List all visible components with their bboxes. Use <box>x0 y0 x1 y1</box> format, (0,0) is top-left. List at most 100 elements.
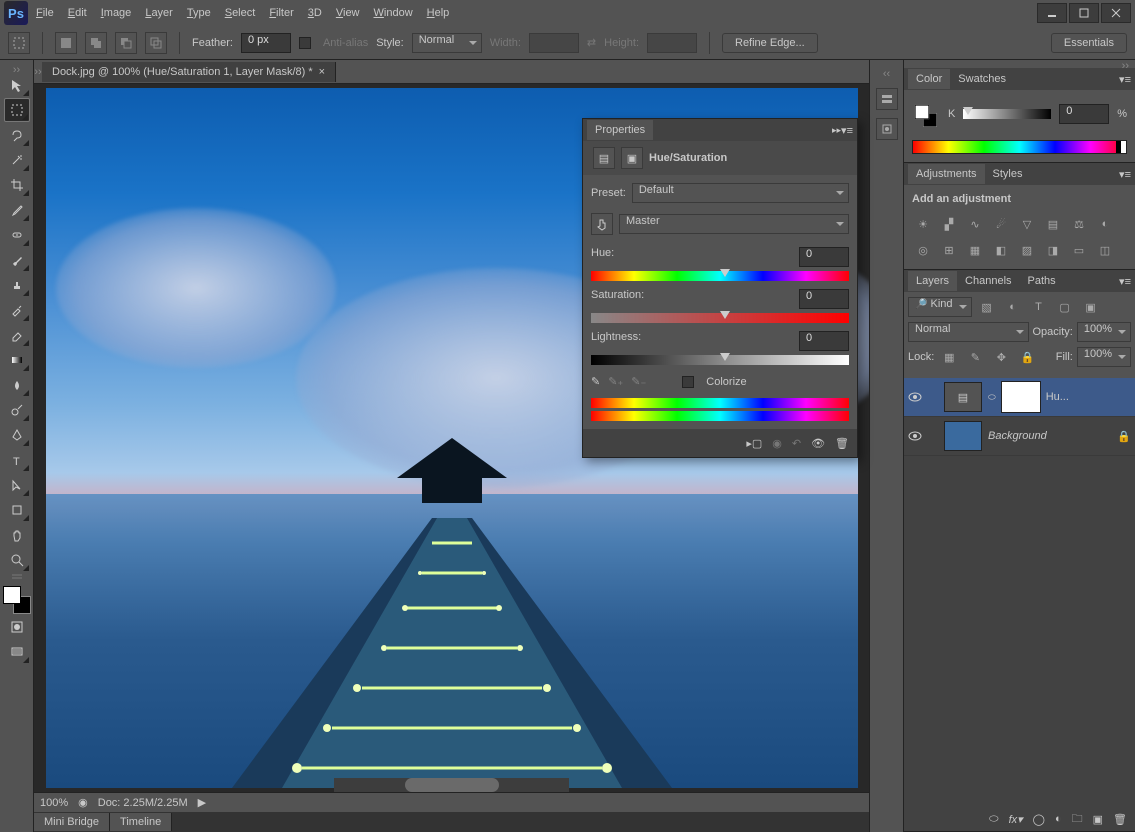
layers-tab[interactable]: Layers <box>908 271 957 291</box>
k-slider[interactable] <box>963 109 1051 119</box>
properties-tab[interactable]: Properties <box>587 120 653 140</box>
marquee-tool[interactable] <box>4 98 30 122</box>
layer-name[interactable]: Background <box>988 430 1047 442</box>
menu-filter[interactable]: Filter <box>269 7 293 19</box>
threshold-icon[interactable]: ◨ <box>1042 239 1064 261</box>
brush-tool[interactable] <box>4 248 30 272</box>
crop-tool[interactable] <box>4 173 30 197</box>
blur-tool[interactable] <box>4 373 30 397</box>
lock-trans-icon[interactable]: ▦ <box>938 346 960 368</box>
eyedropper-add-icon[interactable]: ✎₊ <box>608 375 623 388</box>
visibility-icon[interactable] <box>908 390 922 404</box>
k-input[interactable]: 0 <box>1059 104 1109 124</box>
brightness-icon[interactable]: ☀ <box>912 213 934 235</box>
shape-tool[interactable] <box>4 498 30 522</box>
view-previous-icon[interactable]: ◉ <box>772 437 782 450</box>
range-dropdown[interactable]: Master <box>619 214 849 234</box>
menu-edit[interactable]: Edit <box>68 7 87 19</box>
color-swatches[interactable] <box>3 586 31 614</box>
chevron-right-icon[interactable]: ▶ <box>198 796 206 809</box>
close-button[interactable] <box>1101 3 1131 23</box>
channels-tab[interactable]: Channels <box>957 271 1019 291</box>
colorize-checkbox[interactable] <box>682 376 694 388</box>
panel-menu-icon[interactable]: ▾≡ <box>1119 275 1131 288</box>
close-tab-icon[interactable]: × <box>319 66 325 78</box>
colorlookup-icon[interactable]: ▦ <box>964 239 986 261</box>
channelmixer-icon[interactable]: ⊞ <box>938 239 960 261</box>
new-selection-icon[interactable] <box>55 32 77 54</box>
history-brush-tool[interactable] <box>4 298 30 322</box>
subtract-selection-icon[interactable] <box>115 32 137 54</box>
vibrance-icon[interactable]: ▽ <box>1016 213 1038 235</box>
filter-smart-icon[interactable]: ▣ <box>1080 296 1102 318</box>
move-tool[interactable] <box>4 73 30 97</box>
filter-kind-dropdown[interactable]: 🔎 Kind <box>908 297 972 317</box>
eraser-tool[interactable] <box>4 323 30 347</box>
hue-input[interactable]: 0 <box>799 247 849 267</box>
style-dropdown[interactable]: Normal <box>412 33 482 53</box>
magic-wand-tool[interactable] <box>4 148 30 172</box>
saturation-input[interactable]: 0 <box>799 289 849 309</box>
zoom-level[interactable]: 100% <box>40 797 68 809</box>
filter-adj-icon[interactable]: ◐ <box>1002 296 1024 318</box>
minibridge-tab[interactable]: Mini Bridge <box>34 813 110 831</box>
saturation-slider[interactable] <box>591 313 849 323</box>
photofilter-icon[interactable]: ◎ <box>912 239 934 261</box>
toggle-visibility-icon[interactable]: 👁 <box>811 437 825 450</box>
pen-tool[interactable] <box>4 423 30 447</box>
link-icon[interactable]: ⬭ <box>988 392 996 403</box>
panel-menu-icon[interactable]: ▾≡ <box>1119 168 1131 181</box>
finger-icon[interactable] <box>591 213 613 235</box>
layer-row-huesat[interactable]: ▤ ⬭ Hu... <box>904 378 1135 417</box>
panel-menu-icon[interactable]: ▾≡ <box>841 124 853 137</box>
path-selection-tool[interactable] <box>4 473 30 497</box>
tool-preset-icon[interactable] <box>8 32 30 54</box>
zoom-tool[interactable] <box>4 548 30 572</box>
paths-tab[interactable]: Paths <box>1020 271 1064 291</box>
maximize-button[interactable] <box>1069 3 1099 23</box>
settings-panel-icon[interactable] <box>876 118 898 140</box>
gradientmap-icon[interactable]: ▭ <box>1068 239 1090 261</box>
lasso-tool[interactable] <box>4 123 30 147</box>
opacity-input[interactable]: 100% <box>1077 322 1131 342</box>
screenmode-tool[interactable] <box>4 640 30 664</box>
adj-icon[interactable]: ▤ <box>593 147 615 169</box>
lightness-input[interactable]: 0 <box>799 331 849 351</box>
trash-icon[interactable]: 🗑 <box>835 437 849 450</box>
healing-tool[interactable] <box>4 223 30 247</box>
mask-icon[interactable]: ◯ <box>1033 813 1045 826</box>
layer-row-background[interactable]: Background 🔒 <box>904 417 1135 456</box>
new-folder-icon[interactable]: 🗀 <box>1072 810 1083 829</box>
visibility-icon[interactable] <box>908 429 922 443</box>
quickmask-tool[interactable] <box>4 615 30 639</box>
workspace-essentials-button[interactable]: Essentials <box>1051 33 1127 53</box>
hue-slider[interactable] <box>591 271 849 281</box>
document-tab[interactable]: Dock.jpg @ 100% (Hue/Saturation 1, Layer… <box>42 62 336 82</box>
type-tool[interactable]: T <box>4 448 30 472</box>
antialias-checkbox[interactable] <box>299 37 311 49</box>
eyedropper-tool[interactable] <box>4 198 30 222</box>
properties-header[interactable]: Properties ▸▸ ▾≡ <box>583 119 857 141</box>
horizontal-scrollbar[interactable] <box>334 778 569 792</box>
timeline-tab[interactable]: Timeline <box>110 813 172 831</box>
new-adj-icon[interactable]: ◐ <box>1055 813 1062 825</box>
add-selection-icon[interactable] <box>85 32 107 54</box>
refine-edge-button[interactable]: Refine Edge... <box>722 33 818 53</box>
link-layers-icon[interactable]: ⬭ <box>989 813 998 826</box>
curves-icon[interactable]: ∿ <box>964 213 986 235</box>
hand-tool[interactable] <box>4 523 30 547</box>
menu-file[interactable]: File <box>36 7 54 19</box>
levels-icon[interactable]: ▞ <box>938 213 960 235</box>
fx-icon[interactable]: fx▾ <box>1009 813 1023 826</box>
colorbalance-icon[interactable]: ⚖ <box>1068 213 1090 235</box>
new-layer-icon[interactable]: ▣ <box>1093 813 1103 826</box>
color-tab[interactable]: Color <box>908 69 950 89</box>
styles-tab[interactable]: Styles <box>985 164 1031 184</box>
clip-icon[interactable]: ▸▢ <box>746 437 762 450</box>
menu-view[interactable]: View <box>336 7 360 19</box>
menu-layer[interactable]: Layer <box>145 7 173 19</box>
filter-shape-icon[interactable]: ▢ <box>1054 296 1076 318</box>
info-icon[interactable]: ◉ <box>78 796 88 809</box>
blend-mode-dropdown[interactable]: Normal <box>908 322 1029 342</box>
menu-window[interactable]: Window <box>374 7 413 19</box>
